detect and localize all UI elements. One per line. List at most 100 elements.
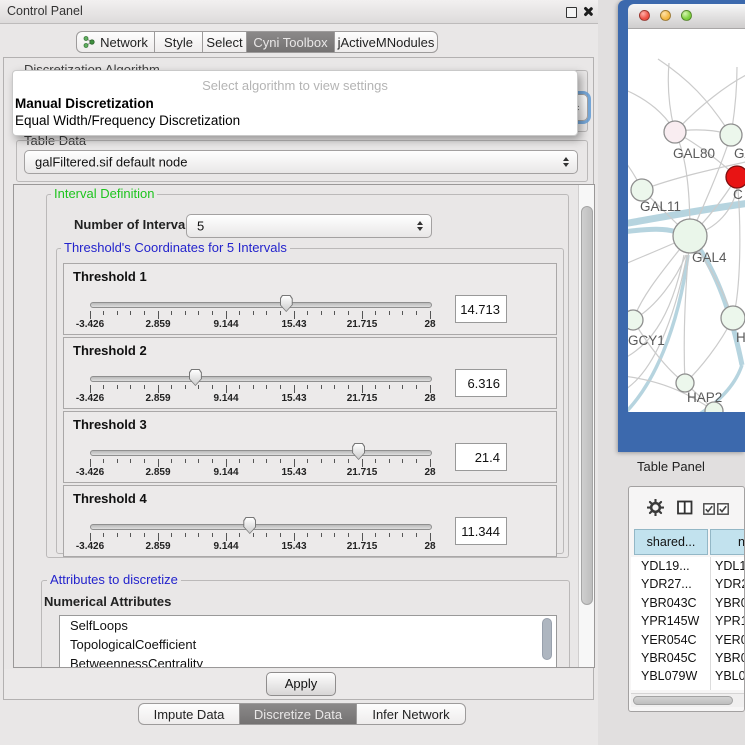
scrollbar-thumb[interactable]	[542, 618, 552, 660]
slider-tick	[266, 459, 267, 463]
node-label: GAL80	[673, 146, 715, 161]
slider-tick	[280, 459, 281, 463]
slider-tick	[130, 385, 131, 389]
slider-tick-label: 15.43	[266, 467, 322, 478]
tab-infer-network[interactable]: Infer Network	[356, 703, 466, 725]
slider-tick-label: 28	[402, 541, 458, 552]
slider-tick	[158, 533, 159, 541]
settings-scrollbar[interactable]	[578, 185, 595, 668]
settings-scrollbar-thumb[interactable]	[581, 206, 593, 605]
slider-tick	[253, 311, 254, 315]
slider-tick	[171, 533, 172, 537]
node-red-selected[interactable]	[726, 166, 745, 188]
node-gcy1[interactable]	[628, 310, 643, 330]
slider-tick	[212, 459, 213, 463]
table-row[interactable]: YDR27...YDR2	[631, 575, 744, 593]
edge[interactable]	[675, 73, 745, 132]
threshold-slider-thumb[interactable]	[280, 295, 293, 312]
threshold-slider-track[interactable]	[90, 450, 432, 456]
threshold-slider-track[interactable]	[90, 376, 432, 382]
threshold-slider-thumb[interactable]	[243, 517, 256, 534]
network-canvas[interactable]: GAL80GACGAL11GAL4GCY1HHAP2	[628, 29, 745, 412]
table-hscrollbar[interactable]	[631, 693, 744, 707]
edge[interactable]	[633, 320, 685, 383]
slider-tick	[158, 311, 159, 319]
attribute-item-selfloops[interactable]: SelfLoops	[60, 616, 556, 635]
cell-name: YLR3	[715, 688, 744, 690]
float-panel-icon[interactable]	[566, 7, 577, 18]
threshold-value-field[interactable]: 11.344	[455, 517, 507, 545]
traffic-light-zoom-icon[interactable]	[681, 10, 692, 21]
checkbox-icon[interactable]	[703, 502, 715, 520]
column-header-shared[interactable]: shared...	[634, 529, 708, 555]
tab-discretize-data[interactable]: Discretize Data	[239, 703, 357, 725]
cell-shared-name: YBL079W	[641, 669, 697, 683]
slider-tick	[334, 311, 335, 315]
node-table[interactable]: YDL19...YDL1YDR27...YDR2YBR043CYBR0YPR14…	[631, 557, 744, 690]
node-gal4[interactable]	[673, 219, 707, 253]
traffic-light-close-icon[interactable]	[639, 10, 650, 21]
apply-button[interactable]: Apply	[266, 672, 336, 696]
slider-tick	[130, 311, 131, 315]
slider-tick	[362, 311, 363, 319]
table-row[interactable]: YLR345WYLR3	[631, 686, 744, 690]
threshold-slider-thumb[interactable]	[189, 369, 202, 386]
settings-scrollpane: Interval Definition Number of Intervals …	[13, 184, 595, 668]
attribute-item-betweennesscentrality[interactable]: BetweennessCentrality	[60, 654, 556, 668]
slider-tick	[389, 385, 390, 389]
node-gal80[interactable]	[664, 121, 686, 143]
attribute-item-topologicalcoefficient[interactable]: TopologicalCoefficient	[60, 635, 556, 654]
threshold-value-field[interactable]: 6.316	[455, 369, 507, 397]
table-row[interactable]: YDL19...YDL1	[631, 557, 744, 575]
table-row[interactable]: YBR043CYBR0	[631, 594, 744, 612]
tab-impute-data[interactable]: Impute Data	[138, 703, 240, 725]
slider-tick	[266, 533, 267, 537]
node-top-right[interactable]	[720, 124, 742, 146]
tab-network[interactable]: Network	[76, 31, 155, 53]
node-right-mid[interactable]	[721, 306, 745, 330]
tab-style[interactable]: Style	[154, 31, 203, 53]
slider-tick-label: 21.715	[334, 393, 390, 404]
tab-label: Impute Data	[154, 707, 225, 722]
slider-tick	[253, 385, 254, 389]
threshold-slider-track[interactable]	[90, 302, 432, 308]
table-row[interactable]: YBL079WYBL0	[631, 667, 744, 685]
panel-title: Control Panel	[7, 4, 83, 18]
attributes-list-scrollbar[interactable]	[542, 617, 553, 663]
numerical-attributes-list[interactable]: SelfLoopsTopologicalCoefficientBetweenne…	[59, 615, 557, 668]
algorithm-option-manual-discretization[interactable]: Manual Discretization	[13, 95, 577, 112]
algorithm-option-equal-width-frequency-discretization[interactable]: Equal Width/Frequency Discretization	[13, 112, 577, 129]
node-gal11[interactable]	[631, 179, 653, 201]
slider-tick	[144, 311, 145, 315]
node-label: C	[733, 187, 743, 202]
gear-icon[interactable]	[647, 499, 664, 521]
table-row[interactable]: YER054CYER0	[631, 631, 744, 649]
column-header-name[interactable]: na	[710, 529, 745, 555]
slider-tick	[198, 311, 199, 315]
slider-tick	[321, 311, 322, 315]
table-hscrollbar-thumb[interactable]	[633, 696, 733, 705]
table-data-select[interactable]: galFiltered.sif default node	[24, 150, 578, 174]
table-panel-title: Table Panel	[637, 459, 705, 474]
slider-tick	[171, 311, 172, 315]
threshold-value-field[interactable]: 21.4	[455, 443, 507, 471]
threshold-value-field[interactable]: 14.713	[455, 295, 507, 323]
threshold-slider-track[interactable]	[90, 524, 432, 530]
table-row[interactable]: YBR045CYBR0	[631, 649, 744, 667]
traffic-light-minimize-icon[interactable]	[660, 10, 671, 21]
threshold-slider-thumb[interactable]	[352, 443, 365, 460]
network-window-titlebar[interactable]	[628, 4, 745, 29]
close-icon[interactable]	[582, 6, 593, 17]
slider-tick-label: -3.426	[62, 319, 118, 330]
number-of-intervals-select[interactable]: 5	[186, 214, 432, 238]
tab-cyni-toolbox[interactable]: Cyni Toolbox	[246, 31, 335, 53]
checkbox-icon[interactable]	[717, 502, 729, 520]
slider-tick	[389, 311, 390, 315]
slider-tick	[416, 385, 417, 389]
slider-tick	[416, 459, 417, 463]
table-row[interactable]: YPR145WYPR1	[631, 612, 744, 630]
tab-select[interactable]: Select	[202, 31, 247, 53]
network-view-window[interactable]: GAL80GACGAL11GAL4GCY1HHAP2	[618, 0, 745, 452]
tab-jactivemnodules[interactable]: jActiveMNodules	[334, 31, 438, 53]
column-layout-icon[interactable]	[677, 500, 693, 520]
